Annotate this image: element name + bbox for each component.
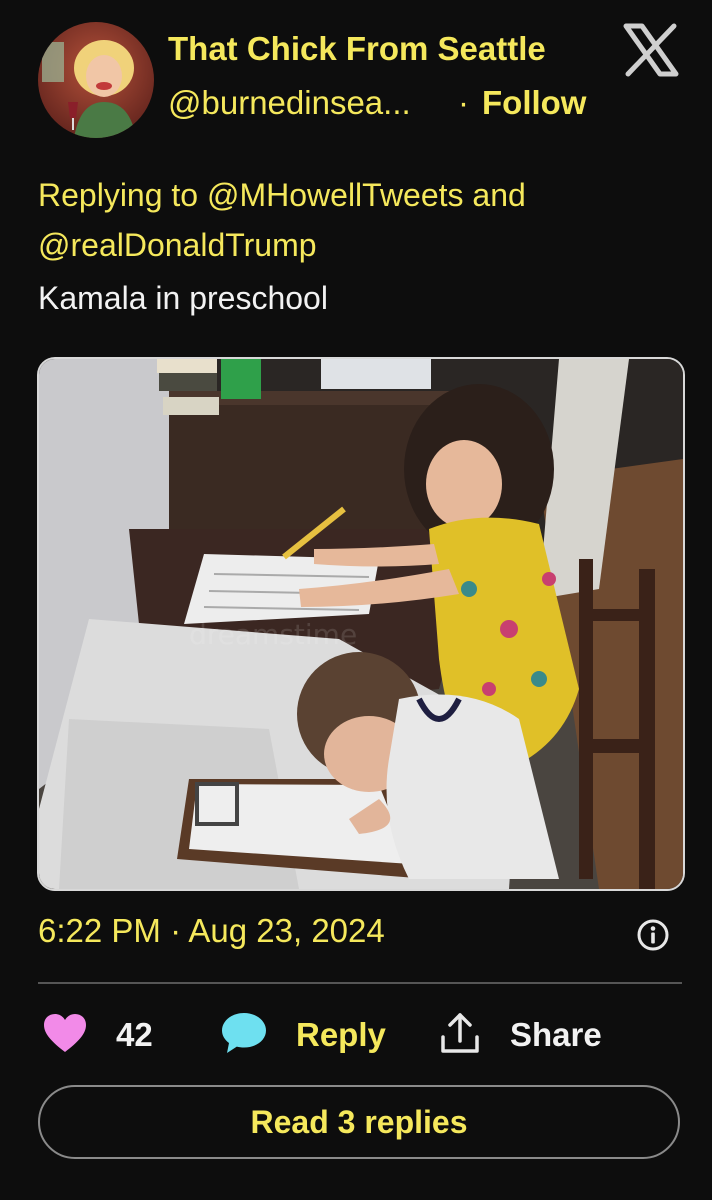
share-upload-icon	[438, 1011, 482, 1060]
display-name[interactable]: That Chick From Seattle	[168, 30, 546, 68]
reply-label: Reply	[296, 1016, 386, 1053]
avatar-image	[38, 22, 154, 138]
like-button[interactable]: 42	[42, 1010, 153, 1060]
reply-context: Replying to @MHowellTweets and @realDona…	[38, 170, 678, 270]
share-label: Share	[510, 1016, 602, 1053]
svg-text:dreamstime: dreamstime	[189, 618, 357, 651]
follow-button[interactable]: Follow	[482, 84, 586, 122]
reply-prefix: Replying to	[38, 177, 199, 213]
photo-children-writing: dreamstime	[39, 359, 683, 889]
read-replies-button[interactable]: Read 3 replies	[38, 1085, 680, 1159]
timestamp[interactable]: 6:22 PM · Aug 23, 2024	[38, 912, 385, 950]
mention-link[interactable]: @realDonaldTrump	[38, 227, 317, 263]
tweet-photo[interactable]: dreamstime	[37, 357, 685, 891]
share-button[interactable]: Share	[438, 1010, 602, 1060]
info-icon[interactable]	[636, 918, 670, 952]
speech-bubble-icon	[220, 1011, 268, 1060]
mention-link[interactable]: @MHowellTweets	[207, 177, 464, 213]
likes-count: 42	[116, 1016, 153, 1053]
reply-button[interactable]: Reply	[220, 1010, 386, 1060]
heart-icon	[42, 1012, 88, 1059]
separator-dot: ·	[458, 84, 469, 121]
x-logo-icon[interactable]	[620, 22, 682, 78]
avatar[interactable]	[38, 22, 154, 138]
divider	[38, 982, 682, 984]
tweet-text: Kamala in preschool	[38, 280, 328, 316]
handle[interactable]: @burnedinsea...	[168, 84, 411, 122]
reply-conjunction: and	[472, 177, 526, 213]
